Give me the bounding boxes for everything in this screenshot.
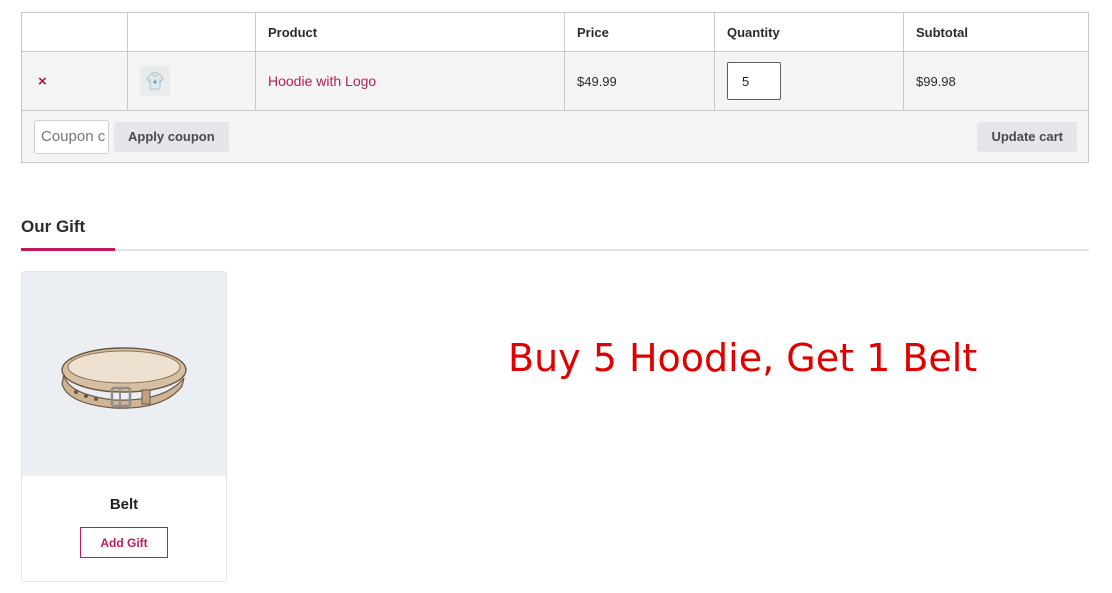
subtotal-cell: $99.98	[916, 73, 956, 89]
remove-cell: ×	[22, 52, 128, 110]
gift-title-divider	[21, 249, 1089, 251]
apply-coupon-button[interactable]: Apply coupon	[114, 121, 229, 152]
gift-image[interactable]	[22, 272, 226, 476]
hoodie-icon	[146, 72, 164, 90]
update-cart-button[interactable]: Update cart	[977, 121, 1077, 152]
product-cell: Hoodie with Logo	[256, 52, 565, 110]
price-cell: $49.99	[565, 52, 715, 110]
hoodie-thumbnail[interactable]	[140, 66, 170, 96]
cart-actions-row: Apply coupon Update cart	[22, 111, 1088, 162]
header-product: Product	[256, 13, 565, 51]
cart-header-row: Product Price Quantity Subtotal	[22, 13, 1088, 52]
header-price: Price	[565, 13, 715, 51]
cart-item-row: × Hoodie with Logo $49.99 $99.98	[22, 52, 1088, 111]
quantity-input[interactable]	[727, 62, 781, 100]
belt-icon	[61, 347, 187, 409]
header-remove	[22, 13, 128, 51]
header-thumbnail	[128, 13, 256, 51]
remove-item-icon[interactable]: ×	[38, 73, 47, 90]
gift-title-accent	[21, 248, 115, 251]
gift-product-name: Belt	[109, 496, 139, 513]
add-gift-button[interactable]: Add Gift	[80, 527, 168, 558]
coupon-input[interactable]	[34, 119, 109, 154]
header-subtotal: Subtotal	[916, 24, 968, 40]
header-quantity: Quantity	[715, 13, 904, 51]
quantity-cell	[715, 52, 904, 110]
promo-text: Buy 5 Hoodie, Get 1 Belt	[508, 336, 978, 380]
product-link[interactable]: Hoodie with Logo	[268, 73, 376, 89]
thumbnail-cell	[128, 52, 256, 110]
gift-section-title: Our Gift	[21, 217, 86, 236]
gift-card: Belt Add Gift	[21, 271, 227, 582]
cart-table: Product Price Quantity Subtotal × Hoodie…	[21, 12, 1089, 163]
